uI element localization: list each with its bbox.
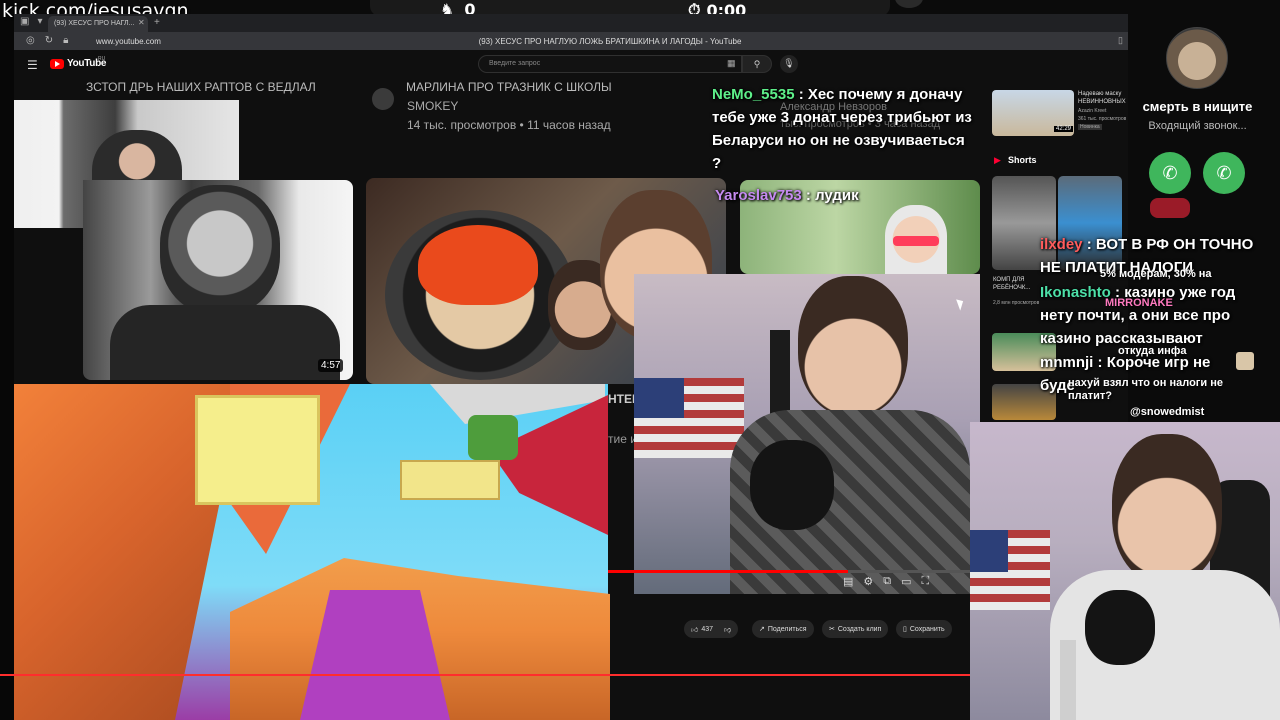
lock-icon[interactable]: 🔒︎ bbox=[63, 35, 68, 46]
webcam-mic-arm bbox=[1060, 640, 1076, 720]
shorts-icon: ▶ bbox=[994, 155, 1001, 165]
minecraft-tree bbox=[468, 415, 518, 460]
sidebar-video-title[interactable]: Надевaю маску НЕВИННОВНЫХ bbox=[1078, 90, 1128, 106]
ghost-text-2: тие и bbox=[608, 432, 637, 446]
miniplayer-icon[interactable]: ⧉ bbox=[883, 575, 891, 588]
like-count: 437 bbox=[701, 625, 714, 633]
page-title: (93) ХЕСУС ПРО НАГЛУЮ ЛОЖЬ БРАТИШКИНА И … bbox=[478, 37, 742, 46]
youtube-play-icon bbox=[50, 58, 64, 69]
chat-username: ilxdey bbox=[1040, 236, 1083, 253]
answer-video-call-button[interactable]: ✆ bbox=[1203, 152, 1245, 194]
thumbnail-face bbox=[160, 185, 280, 315]
caller-name: смерть в нищите bbox=[1142, 99, 1253, 114]
share-button[interactable]: ↗ Поделиться bbox=[752, 620, 814, 638]
phone-wave-icon: ✆ bbox=[1216, 163, 1232, 183]
chat-faded-line: 5% модерам, 30% на bbox=[1100, 268, 1212, 280]
new-tab-icon[interactable]: + bbox=[154, 17, 160, 28]
channel-avatar[interactable] bbox=[372, 88, 394, 110]
video-title-cut[interactable]: ЗСТОП ДРЬ НАШИХ РАПТОВ С ВЕДЛАЛ bbox=[86, 80, 316, 94]
thumbnail-shirt bbox=[110, 305, 340, 380]
webcam-streamer-head bbox=[1112, 434, 1222, 584]
stream-progress-line bbox=[0, 674, 972, 676]
streamer-head bbox=[798, 276, 908, 416]
left-edge bbox=[0, 0, 14, 720]
chat-faded-line: MIRRONAKE bbox=[1105, 297, 1173, 309]
share-label: Поделиться bbox=[767, 625, 807, 633]
sidebar-video-channel[interactable]: Azazin Kreet bbox=[1078, 108, 1106, 114]
sidebar-new-badge: Новинка bbox=[1078, 124, 1102, 130]
minecraft-floating-island bbox=[400, 460, 500, 500]
answer-call-button[interactable]: ✆ bbox=[1149, 152, 1191, 194]
settings-gear-icon[interactable]: ⚙ bbox=[863, 575, 873, 588]
video-title-cut-2[interactable]: МАРЛИНА ПРО ТРАЗНИК С ШКОЛЫ bbox=[406, 80, 612, 94]
hamburger-menu-icon[interactable]: ☰ bbox=[27, 58, 38, 72]
subtitles-icon[interactable]: ▤ bbox=[843, 575, 853, 588]
chat-username: Yaroslav753 bbox=[715, 187, 802, 204]
chat-message: Yaroslav753 : лудик bbox=[715, 187, 859, 204]
chat-username: Ikonashto bbox=[1040, 284, 1111, 301]
clip-label: Создать клип bbox=[837, 625, 882, 633]
tab-close-icon[interactable]: ✕ bbox=[138, 18, 145, 27]
like-button[interactable]: 👍︎ 437 👎︎ bbox=[684, 620, 739, 638]
webcam-microphone bbox=[1085, 590, 1155, 665]
voice-search-button[interactable]: 🎙︎ bbox=[780, 55, 798, 73]
back-icon[interactable]: ◎ bbox=[26, 35, 35, 46]
bookmark-save-icon: ▯ bbox=[903, 626, 907, 633]
chat-message: NeMo_5535 : Хес почему я доначу тебе уже… bbox=[712, 86, 972, 172]
search-input[interactable]: Введите запрос bbox=[478, 55, 742, 73]
chat-username: NeMo_5535 bbox=[712, 86, 795, 103]
clip-button[interactable]: ✂ Создать клип bbox=[822, 620, 889, 638]
refresh-icon[interactable]: ↻ bbox=[45, 35, 53, 46]
chat-username: mnmnji bbox=[1040, 354, 1094, 371]
chat-faded-line: @snowedmist bbox=[1130, 406, 1205, 418]
browser-menu-icon[interactable]: ▣ bbox=[20, 16, 29, 27]
keyboard-icon[interactable]: ▦ bbox=[727, 58, 736, 69]
top-circle bbox=[895, 0, 923, 8]
tab-list-icon[interactable]: ▾ bbox=[37, 16, 42, 27]
video-views: 14 тыс. просмотров • 11 часов назад bbox=[407, 118, 611, 132]
thumbs-down-icon[interactable]: 👎︎ bbox=[724, 625, 731, 634]
webcam-flag-canton bbox=[970, 530, 1008, 572]
thumbnail-clown-hair bbox=[418, 225, 538, 305]
share-icon: ↗ bbox=[759, 626, 765, 633]
chat-emote-icon bbox=[1236, 352, 1254, 370]
search-icon: ⚲ bbox=[753, 59, 761, 69]
microphone bbox=[750, 440, 834, 530]
sidebar-video-views: 361 тыс. просмотров bbox=[1078, 116, 1127, 122]
video-controls: ▤ ⚙ ⧉ ▭ ⛶ bbox=[843, 575, 929, 588]
microphone-icon: 🎙︎ bbox=[783, 58, 795, 68]
nav-buttons: ◎ ↻ 🔒︎ bbox=[26, 35, 68, 46]
flag-canton bbox=[634, 378, 684, 418]
chat-message: Ikonashto : казино уже год нету почти, а… bbox=[1040, 284, 1236, 347]
video-progress-fill bbox=[608, 570, 848, 573]
country-code: RU bbox=[98, 56, 106, 62]
thumbs-up-icon: 👍︎ bbox=[691, 626, 699, 634]
call-status: Входящий звонок... bbox=[1148, 120, 1247, 132]
sidebar-duration: 42:29 bbox=[1054, 126, 1074, 132]
search-button[interactable]: ⚲ bbox=[742, 55, 772, 73]
phone-icon: ✆ bbox=[1162, 163, 1178, 183]
browser-tab-strip bbox=[14, 14, 1128, 32]
fullscreen-icon[interactable]: ⛶ bbox=[922, 575, 930, 588]
chat-faded-line: нахуй взял что он налоги не платит? bbox=[1068, 377, 1223, 402]
save-label: Сохранить bbox=[909, 625, 945, 633]
theater-mode-icon[interactable]: ▭ bbox=[901, 575, 911, 588]
bookmark-icon[interactable]: ▯ bbox=[1118, 35, 1123, 46]
url-text[interactable]: www.youtube.com bbox=[96, 37, 161, 46]
call-camera-preview bbox=[1150, 198, 1190, 218]
shorts-label: Shorts bbox=[1008, 155, 1037, 165]
thumbnail-sunglasses bbox=[893, 236, 939, 246]
webcam-streamer-body bbox=[1050, 570, 1280, 720]
tab-strip-icons: ▣ ▾ bbox=[20, 16, 42, 27]
chat-text: лудик bbox=[815, 187, 859, 204]
save-button[interactable]: ▯ Сохранить bbox=[896, 620, 952, 638]
channel-name[interactable]: SMOKEY bbox=[407, 99, 458, 113]
minecraft-yellow-blocks bbox=[195, 395, 320, 505]
caller-avatar bbox=[1166, 27, 1228, 89]
browser-tab[interactable]: (93) ХЕСУС ПРО НАГЛ... bbox=[48, 16, 148, 32]
duration-badge: 4:57 bbox=[318, 359, 344, 372]
scissors-icon: ✂ bbox=[829, 626, 835, 633]
